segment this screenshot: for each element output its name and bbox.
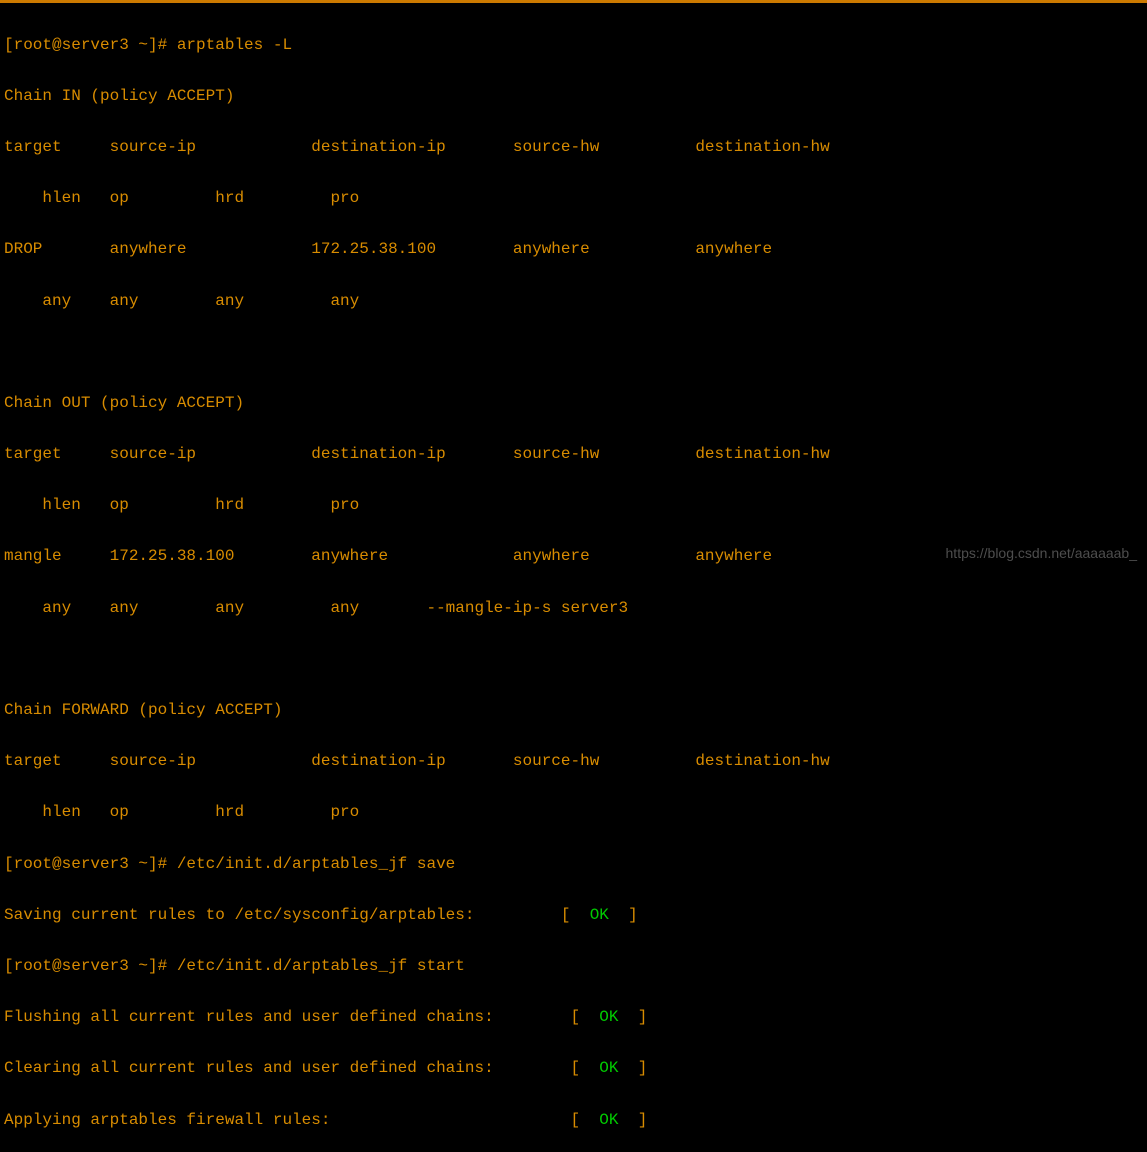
- apply-message: Applying arptables firewall rules: [: [4, 1111, 580, 1129]
- chain-in-columns-1: target source-ip destination-ip source-h…: [4, 135, 1143, 161]
- blank-line-1: [4, 340, 1143, 366]
- clear-message: Clearing all current rules and user defi…: [4, 1059, 580, 1077]
- ok-status-4: OK: [580, 1111, 638, 1129]
- watermark: https://blog.csdn.net/aaaaaab_: [946, 542, 1137, 564]
- ok-status-1: OK: [571, 906, 629, 924]
- ok-close-2: ]: [638, 1008, 648, 1026]
- command-save: /etc/init.d/arptables_jf save: [177, 855, 455, 873]
- chain-forward-columns-2: hlen op hrd pro: [4, 800, 1143, 826]
- command-arptables: arptables -L: [177, 36, 292, 54]
- ok-status-2: OK: [580, 1008, 638, 1026]
- chain-in-rule-2: any any any any: [4, 289, 1143, 315]
- save-message: Saving current rules to /etc/sysconfig/a…: [4, 906, 571, 924]
- chain-out-rule-2: any any any any --mangle-ip-s server3: [4, 596, 1143, 622]
- terminal-output: [root@server3 ~]# arptables -L Chain IN …: [4, 7, 1143, 1152]
- ok-close-1: ]: [628, 906, 638, 924]
- prompt-2: [root@server3 ~]#: [4, 855, 177, 873]
- chain-in-rule-1: DROP anywhere 172.25.38.100 anywhere any…: [4, 237, 1143, 263]
- chain-in-header: Chain IN (policy ACCEPT): [4, 84, 1143, 110]
- chain-forward-header: Chain FORWARD (policy ACCEPT): [4, 698, 1143, 724]
- chain-out-columns-2: hlen op hrd pro: [4, 493, 1143, 519]
- chain-out-header: Chain OUT (policy ACCEPT): [4, 391, 1143, 417]
- prompt-1: [root@server3 ~]#: [4, 36, 177, 54]
- ok-close-3: ]: [638, 1059, 648, 1077]
- ok-status-3: OK: [580, 1059, 638, 1077]
- ok-close-4: ]: [638, 1111, 648, 1129]
- chain-in-columns-2: hlen op hrd pro: [4, 186, 1143, 212]
- prompt-3: [root@server3 ~]#: [4, 957, 177, 975]
- command-start: /etc/init.d/arptables_jf start: [177, 957, 465, 975]
- blank-line-2: [4, 647, 1143, 673]
- chain-forward-columns-1: target source-ip destination-ip source-h…: [4, 749, 1143, 775]
- flush-message: Flushing all current rules and user defi…: [4, 1008, 580, 1026]
- chain-out-columns-1: target source-ip destination-ip source-h…: [4, 442, 1143, 468]
